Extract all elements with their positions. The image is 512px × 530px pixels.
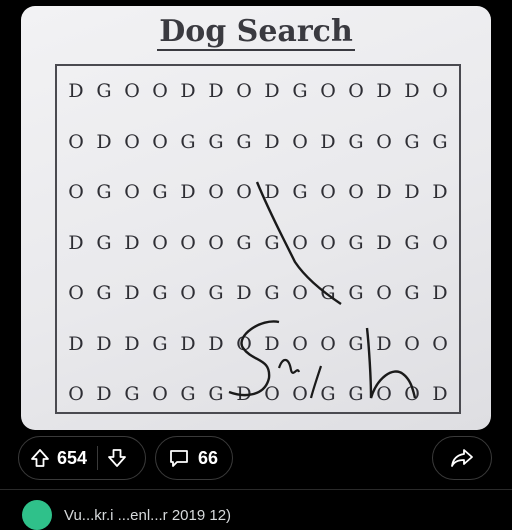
comments-button[interactable]: 66 xyxy=(155,436,233,480)
comment-text: Vu...kr.i ...enl...r 2019 12) xyxy=(64,506,232,524)
downvote-icon[interactable] xyxy=(106,447,128,469)
section-divider xyxy=(0,489,512,490)
vote-control: 654 xyxy=(18,436,146,480)
post-image[interactable]: Dog Search DGOODDODGOODDOODOOGGGDODGOGGO… xyxy=(21,6,491,430)
comment-count: 66 xyxy=(198,447,219,468)
post-action-bar: 654 66 xyxy=(0,436,512,484)
upvote-icon[interactable] xyxy=(29,447,51,469)
vote-divider xyxy=(97,446,99,470)
upvote-count: 654 xyxy=(57,447,88,468)
share-icon xyxy=(450,447,474,469)
handwriting-scribble xyxy=(228,181,417,399)
comment-icon xyxy=(168,447,190,469)
avatar[interactable] xyxy=(22,500,52,530)
share-button[interactable] xyxy=(432,436,492,480)
comment-preview[interactable]: Vu...kr.i ...enl...r 2019 12) xyxy=(22,498,502,530)
